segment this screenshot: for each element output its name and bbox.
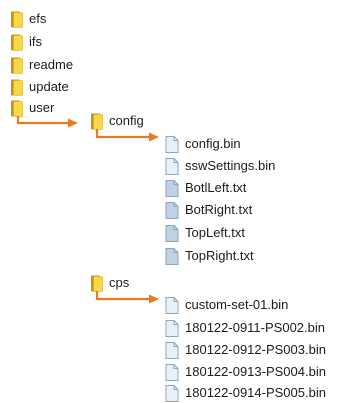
folder-label: update — [29, 79, 69, 94]
file-icon — [165, 157, 179, 175]
file-config-bin[interactable]: config.bin — [165, 134, 241, 154]
folder-label: user — [29, 100, 55, 115]
file-label: TopRight.txt — [185, 248, 254, 263]
file-icon — [165, 384, 179, 402]
text-file-icon — [165, 201, 179, 219]
folder-user[interactable]: user — [11, 98, 54, 118]
text-file-icon — [165, 247, 179, 265]
file-icon — [165, 135, 179, 153]
file-label: 180122-0914-PS005.bin — [185, 385, 326, 400]
file-label: 180122-0912-PS003.bin — [185, 342, 326, 357]
file-label: 180122-0911-PS002.bin — [185, 320, 325, 335]
folder-icon — [91, 113, 103, 130]
folder-cps[interactable]: cps — [91, 273, 129, 293]
folder-icon — [91, 275, 103, 292]
file-ps003[interactable]: 180122-0912-PS003.bin — [165, 340, 326, 360]
folder-efs[interactable]: efs — [11, 9, 46, 29]
file-label: BotlLeft.txt — [185, 180, 247, 195]
file-ps002[interactable]: 180122-0911-PS002.bin — [165, 318, 325, 338]
folder-readme[interactable]: readme — [11, 55, 73, 75]
file-icon — [165, 341, 179, 359]
file-sswsettings-bin[interactable]: sswSettings.bin — [165, 156, 275, 176]
file-label: 180122-0913-PS004.bin — [185, 364, 326, 379]
folder-label: cps — [109, 275, 130, 290]
file-label: sswSettings.bin — [185, 158, 276, 173]
text-file-icon — [165, 179, 179, 197]
folder-icon — [11, 100, 23, 117]
file-ps004[interactable]: 180122-0913-PS004.bin — [165, 362, 326, 382]
file-icon — [165, 296, 179, 314]
file-label: custom-set-01.bin — [185, 297, 289, 312]
folder-icon — [11, 57, 23, 74]
folder-config[interactable]: config — [91, 111, 144, 131]
file-topleft-txt[interactable]: TopLeft.txt — [165, 223, 245, 243]
arrow-to-config — [16, 116, 78, 128]
folder-label: efs — [29, 11, 47, 26]
file-botlleft-txt[interactable]: BotlLeft.txt — [165, 178, 246, 198]
folder-icon — [11, 34, 23, 51]
file-icon — [165, 363, 179, 381]
folder-label: readme — [29, 57, 74, 72]
arrow-to-cps-files — [95, 291, 159, 304]
file-label: TopLeft.txt — [185, 225, 245, 240]
text-file-icon — [165, 224, 179, 242]
folder-ifs[interactable]: ifs — [11, 32, 42, 52]
folder-update[interactable]: update — [11, 77, 69, 97]
file-icon — [165, 319, 179, 337]
file-ps005[interactable]: 180122-0914-PS005.bin — [165, 383, 326, 403]
file-label: config.bin — [185, 136, 241, 151]
folder-icon — [11, 79, 23, 96]
file-label: BotRight.txt — [185, 202, 253, 217]
file-topright-txt[interactable]: TopRight.txt — [165, 246, 254, 266]
folder-label: ifs — [29, 34, 42, 49]
arrow-to-config-files — [95, 129, 159, 142]
folder-icon — [11, 11, 23, 28]
file-custom-set-01[interactable]: custom-set-01.bin — [165, 295, 288, 315]
file-botright-txt[interactable]: BotRight.txt — [165, 200, 252, 220]
folder-label: config — [109, 113, 144, 128]
